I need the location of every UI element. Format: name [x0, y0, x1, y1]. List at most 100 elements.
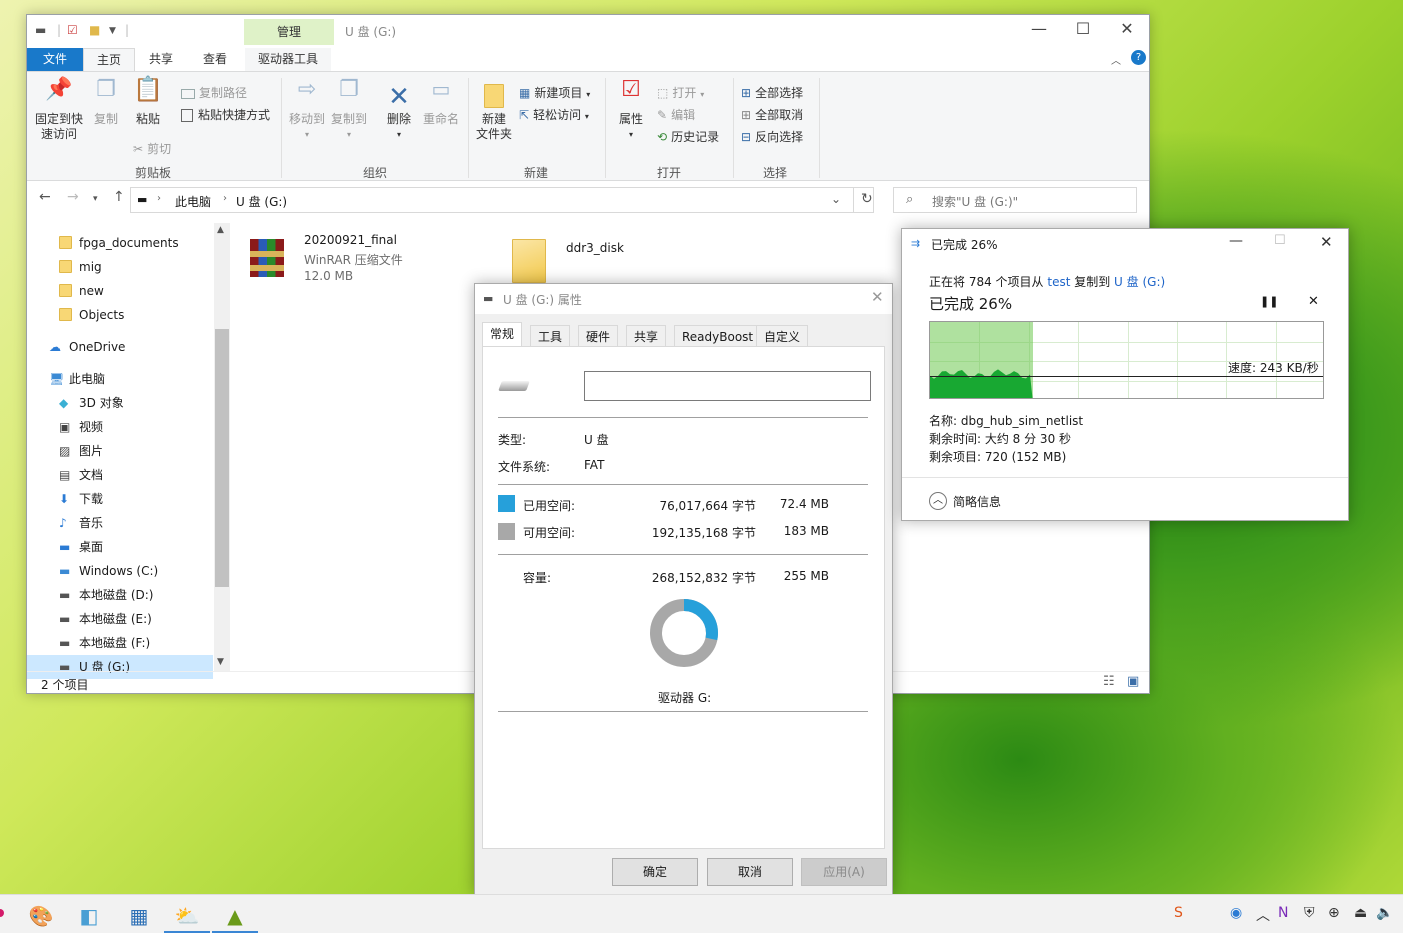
nav-item[interactable]: fpga_documents: [27, 231, 212, 255]
fewer-details-link[interactable]: 简略信息: [953, 493, 1001, 510]
snipping-app-icon[interactable]: ◧: [66, 899, 112, 933]
tab-home[interactable]: 主页: [83, 48, 135, 71]
calculator-app-icon[interactable]: ▦: [116, 899, 162, 933]
show-hidden-icons[interactable]: ︿: [1256, 905, 1270, 925]
apply-button[interactable]: 应用(A): [801, 858, 887, 886]
address-dropdown-icon[interactable]: ⌄: [831, 192, 841, 206]
tab-file[interactable]: 文件: [27, 48, 83, 71]
address-bar[interactable]: ▬ › 此电脑 › U 盘 (G:) ⌄ ↻: [130, 187, 874, 213]
close-icon[interactable]: ✕: [871, 288, 884, 306]
folder-item-ddr3[interactable]: ddr3_disk: [510, 231, 690, 291]
tab-readyboost[interactable]: ReadyBoost: [674, 325, 762, 347]
nav-item[interactable]: ▬ Windows (C:): [27, 559, 212, 583]
back-arrow-icon[interactable]: ←: [39, 189, 51, 205]
vivado-app-icon[interactable]: ▲: [212, 899, 258, 933]
maximize-icon[interactable]: ☐: [1061, 19, 1105, 43]
tab-sharing[interactable]: 共享: [626, 325, 667, 347]
tab-customize[interactable]: 自定义: [756, 325, 809, 347]
nav-item[interactable]: ▬ 本地磁盘 (E:): [27, 607, 212, 631]
weather-app-icon[interactable]: ⛅: [164, 899, 210, 933]
customize-qat-icon[interactable]: ▼: [109, 26, 116, 36]
collapse-details-icon[interactable]: ︿: [929, 492, 947, 510]
copy-button[interactable]: ❐ 复制: [89, 79, 123, 127]
security-icon[interactable]: ⛨: [1304, 905, 1315, 921]
tab-hardware[interactable]: 硬件: [578, 325, 619, 347]
paste-shortcut-button[interactable]: 粘贴快捷方式: [181, 106, 270, 123]
refresh-icon[interactable]: ↻: [861, 191, 873, 207]
maximize-icon[interactable]: ☐: [1274, 233, 1286, 248]
onenote-icon[interactable]: N: [1278, 905, 1288, 921]
nav-item[interactable]: ⬇ 下载: [27, 487, 212, 511]
input-method-icon[interactable]: S: [1174, 905, 1183, 921]
breadcrumb-this-pc[interactable]: 此电脑: [175, 193, 211, 210]
forward-arrow-icon[interactable]: →: [67, 189, 79, 205]
destination-link[interactable]: U 盘 (G:): [1114, 275, 1165, 289]
volume-label-input[interactable]: [584, 371, 871, 401]
delete-button[interactable]: ✕ 删除 ▾: [381, 82, 417, 142]
nav-scrollbar[interactable]: ▲ ▼: [214, 223, 230, 671]
help-icon[interactable]: ?: [1131, 50, 1146, 65]
nav-item[interactable]: Objects: [27, 303, 212, 327]
assistant-icon[interactable]: ◉: [1230, 905, 1242, 921]
scrollbar-thumb[interactable]: [215, 329, 229, 587]
properties-quick-icon[interactable]: ☑: [67, 23, 78, 37]
scroll-up-icon[interactable]: ▲: [217, 225, 224, 235]
ok-button[interactable]: 确定: [612, 858, 698, 886]
minimize-icon[interactable]: —: [1017, 19, 1061, 43]
tab-view[interactable]: 查看: [191, 48, 239, 71]
cancel-copy-icon[interactable]: ✕: [1308, 294, 1319, 309]
nav-item[interactable]: ♪ 音乐: [27, 511, 212, 535]
pause-icon[interactable]: ❚❚: [1260, 295, 1278, 308]
close-icon[interactable]: ✕: [1105, 19, 1149, 43]
minimize-icon[interactable]: —: [1229, 233, 1243, 249]
paint-app-icon[interactable]: 🎨: [18, 899, 64, 933]
collapse-ribbon-icon[interactable]: ︿: [1111, 52, 1121, 67]
nav-item[interactable]: ▨ 图片: [27, 439, 212, 463]
cut-button[interactable]: ✂ 剪切: [133, 140, 171, 157]
copy-to-button[interactable]: ❐ 复制到 ▾: [329, 79, 369, 142]
file-item-archive[interactable]: 20200921_final WinRAR 压缩文件 12.0 MB: [248, 231, 498, 291]
nav-item[interactable]: ▤ 文档: [27, 463, 212, 487]
details-view-icon[interactable]: ☷: [1103, 674, 1115, 689]
network-icon[interactable]: ⊕: [1328, 905, 1340, 921]
up-arrow-icon[interactable]: ↑: [113, 189, 125, 205]
nav-item[interactable]: ☁ OneDrive: [27, 335, 212, 359]
nav-item[interactable]: ◆ 3D 对象: [27, 391, 212, 415]
nav-item[interactable]: ▣ 视频: [27, 415, 212, 439]
nav-item[interactable]: ▬ 本地磁盘 (D:): [27, 583, 212, 607]
nav-item[interactable]: 🖥 此电脑: [27, 367, 212, 391]
cancel-button[interactable]: 取消: [707, 858, 793, 886]
tab-share[interactable]: 共享: [139, 48, 183, 71]
app-icon-partial[interactable]: [0, 909, 4, 917]
new-item-button[interactable]: ▦ 新建项目 ▾: [519, 84, 590, 101]
tab-tools[interactable]: 工具: [530, 325, 571, 347]
pin-quick-access-button[interactable]: 📌 固定到快 速访问: [31, 79, 87, 142]
search-box[interactable]: ⌕ 搜索"U 盘 (G:)": [893, 187, 1137, 213]
usb-eject-icon[interactable]: ⏏: [1354, 905, 1367, 921]
easy-access-button[interactable]: ⇱ 轻松访问 ▾: [519, 106, 589, 123]
volume-icon[interactable]: 🔈: [1376, 905, 1393, 921]
nav-item[interactable]: ▬ 桌面: [27, 535, 212, 559]
move-to-button[interactable]: ⇨ 移动到 ▾: [287, 79, 327, 142]
new-folder-button[interactable]: 新建 文件夹: [473, 82, 515, 142]
tab-manage[interactable]: 管理: [244, 19, 334, 45]
source-link[interactable]: test: [1047, 275, 1070, 289]
properties-button[interactable]: ☑ 属性 ▾: [611, 79, 651, 142]
edit-button[interactable]: ✎ 编辑: [657, 106, 695, 123]
tab-drive-tools[interactable]: 驱动器工具: [245, 48, 331, 71]
open-button[interactable]: ⬚ 打开 ▾: [657, 84, 704, 101]
breadcrumb-drive[interactable]: U 盘 (G:): [236, 193, 287, 210]
nav-item[interactable]: new: [27, 279, 212, 303]
new-folder-quick-icon[interactable]: ■: [89, 23, 100, 37]
select-none-button[interactable]: ⊞ 全部取消: [741, 106, 803, 123]
invert-selection-button[interactable]: ⊟ 反向选择: [741, 128, 803, 145]
tab-general[interactable]: 常规: [482, 322, 523, 347]
large-icons-view-icon[interactable]: ▣: [1127, 674, 1139, 689]
close-icon[interactable]: ✕: [1320, 233, 1333, 251]
history-button[interactable]: ⟲ 历史记录: [657, 128, 719, 145]
select-all-button[interactable]: ⊞ 全部选择: [741, 84, 803, 101]
scroll-down-icon[interactable]: ▼: [217, 657, 224, 667]
copy-path-button[interactable]: 复制路径: [181, 84, 247, 101]
nav-item[interactable]: mig: [27, 255, 212, 279]
rename-button[interactable]: ▭ 重命名: [421, 79, 461, 127]
